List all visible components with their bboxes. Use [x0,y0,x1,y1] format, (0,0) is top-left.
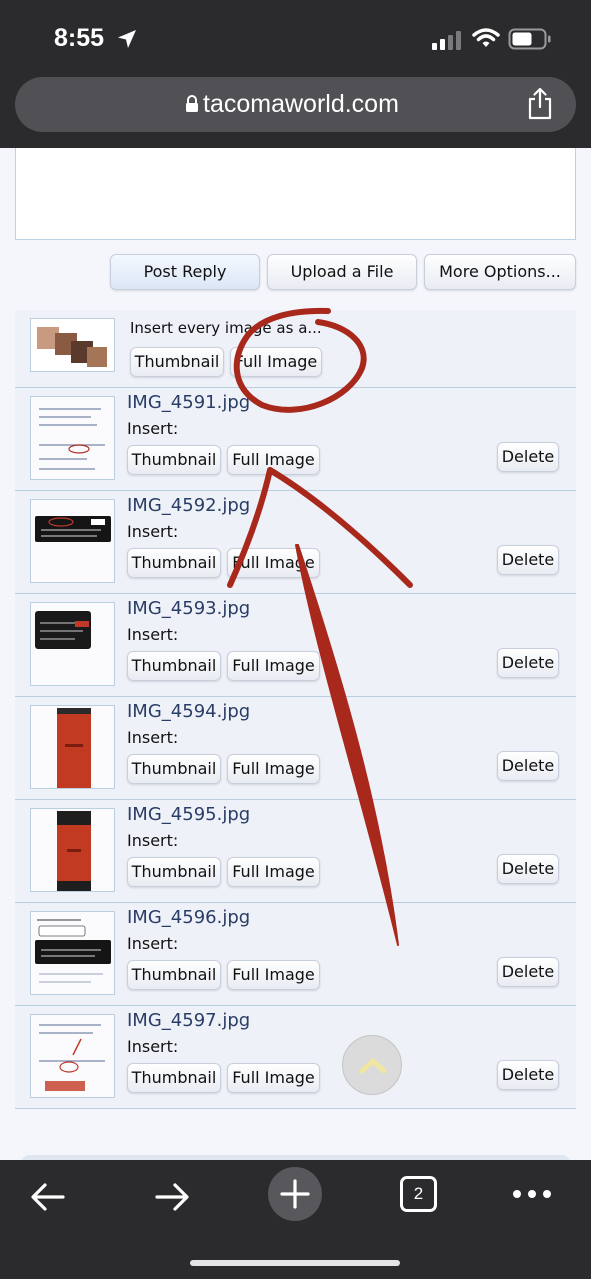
delete-attachment-button[interactable]: Delete [497,751,559,781]
attachment-filename[interactable]: IMG_4592.jpg [127,495,250,516]
chevron-up-icon [359,1058,387,1074]
post-reply-button[interactable]: Post Reply [110,254,260,290]
share-icon[interactable] [526,87,554,121]
attachment-filename[interactable]: IMG_4591.jpg [127,392,250,413]
new-tab-button[interactable] [268,1167,322,1221]
attachment-thumbnail[interactable] [30,705,115,789]
attachment-row: IMG_4595.jpg Insert: Thumbnail Full Imag… [15,800,576,903]
home-indicator [190,1260,400,1266]
insert-thumbnail-button[interactable]: Thumbnail [127,857,221,887]
insert-full-image-button[interactable]: Full Image [227,548,320,578]
plus-icon [280,1179,310,1209]
reply-editor[interactable] [15,148,576,240]
insert-full-image-button[interactable]: Full Image [227,445,320,475]
attachment-thumbnail[interactable] [30,911,115,995]
cellular-signal-icon [432,31,461,50]
forward-arrow-icon[interactable] [154,1182,190,1212]
insert-label: Insert: [127,934,179,953]
insert-all-thumbnail [30,318,115,372]
delete-attachment-button[interactable]: Delete [497,545,559,575]
insert-all-row: Insert every image as a... Thumbnail Ful… [15,310,576,388]
back-arrow-icon[interactable] [30,1182,66,1212]
insert-all-label: Insert every image as a... [130,319,322,337]
delete-attachment-button[interactable]: Delete [497,854,559,884]
insert-label: Insert: [127,1037,179,1056]
attachment-thumbnail[interactable] [30,499,115,583]
insert-thumbnail-button[interactable]: Thumbnail [127,651,221,681]
insert-all-thumbnail-button[interactable]: Thumbnail [130,347,224,377]
delete-attachment-button[interactable]: Delete [497,648,559,678]
delete-attachment-button[interactable]: Delete [497,957,559,987]
insert-thumbnail-button[interactable]: Thumbnail [127,960,221,990]
attachment-filename[interactable]: IMG_4596.jpg [127,907,250,928]
insert-label: Insert: [127,625,179,644]
more-options-button[interactable]: More Options... [424,254,576,290]
insert-thumbnail-button[interactable]: Thumbnail [127,1063,221,1093]
page-content: Post Reply Upload a File More Options...… [0,148,591,1160]
location-arrow-icon [118,30,136,48]
attachment-row: IMG_4594.jpg Insert: Thumbnail Full Imag… [15,697,576,800]
delete-attachment-button[interactable]: Delete [497,442,559,472]
insert-thumbnail-button[interactable]: Thumbnail [127,548,221,578]
attachment-filename[interactable]: IMG_4595.jpg [127,804,250,825]
attachment-row: IMG_4591.jpg Insert: Thumbnail Full Imag… [15,388,576,491]
attachment-row: IMG_4596.jpg Insert: Thumbnail Full Imag… [15,903,576,1006]
insert-label: Insert: [127,419,179,438]
attachment-thumbnail[interactable] [30,602,115,686]
url-text[interactable]: tacomaworld.com [203,90,399,119]
insert-full-image-button[interactable]: Full Image [227,1063,320,1093]
scroll-to-top-button[interactable] [342,1035,402,1095]
tabs-icon[interactable]: 2 [400,1176,437,1212]
insert-label: Insert: [127,831,179,850]
insert-label: Insert: [127,728,179,747]
browser-top-bar: 8:55 tacomaworld.com [0,0,591,148]
attachment-filename[interactable]: IMG_4593.jpg [127,598,250,619]
insert-thumbnail-button[interactable]: Thumbnail [127,754,221,784]
delete-attachment-button[interactable]: Delete [497,1060,559,1090]
attachment-thumbnail[interactable] [30,396,115,480]
more-dots-icon[interactable] [512,1188,552,1200]
battery-icon [508,28,551,50]
attachment-thumbnail[interactable] [30,808,115,892]
insert-full-image-button[interactable]: Full Image [227,857,320,887]
lock-icon [186,95,198,112]
attachment-thumbnail[interactable] [30,1014,115,1098]
insert-full-image-button[interactable]: Full Image [227,754,320,784]
attachment-row: IMG_4592.jpg Insert: Thumbnail Full Imag… [15,491,576,594]
insert-all-full-image-button[interactable]: Full Image [230,347,322,377]
wifi-icon [472,28,500,47]
attachment-row: IMG_4597.jpg Insert: Thumbnail Full Imag… [15,1006,576,1109]
upload-file-button[interactable]: Upload a File [267,254,417,290]
insert-full-image-button[interactable]: Full Image [227,651,320,681]
insert-full-image-button[interactable]: Full Image [227,960,320,990]
insert-thumbnail-button[interactable]: Thumbnail [127,445,221,475]
attachment-row: IMG_4593.jpg Insert: Thumbnail Full Imag… [15,594,576,697]
status-time: 8:55 [54,24,105,52]
tabs-count: 2 [413,1184,424,1203]
attachment-filename[interactable]: IMG_4594.jpg [127,701,250,722]
insert-label: Insert: [127,522,179,541]
attachment-list: Insert every image as a... Thumbnail Ful… [15,310,576,1109]
attachment-filename[interactable]: IMG_4597.jpg [127,1010,250,1031]
